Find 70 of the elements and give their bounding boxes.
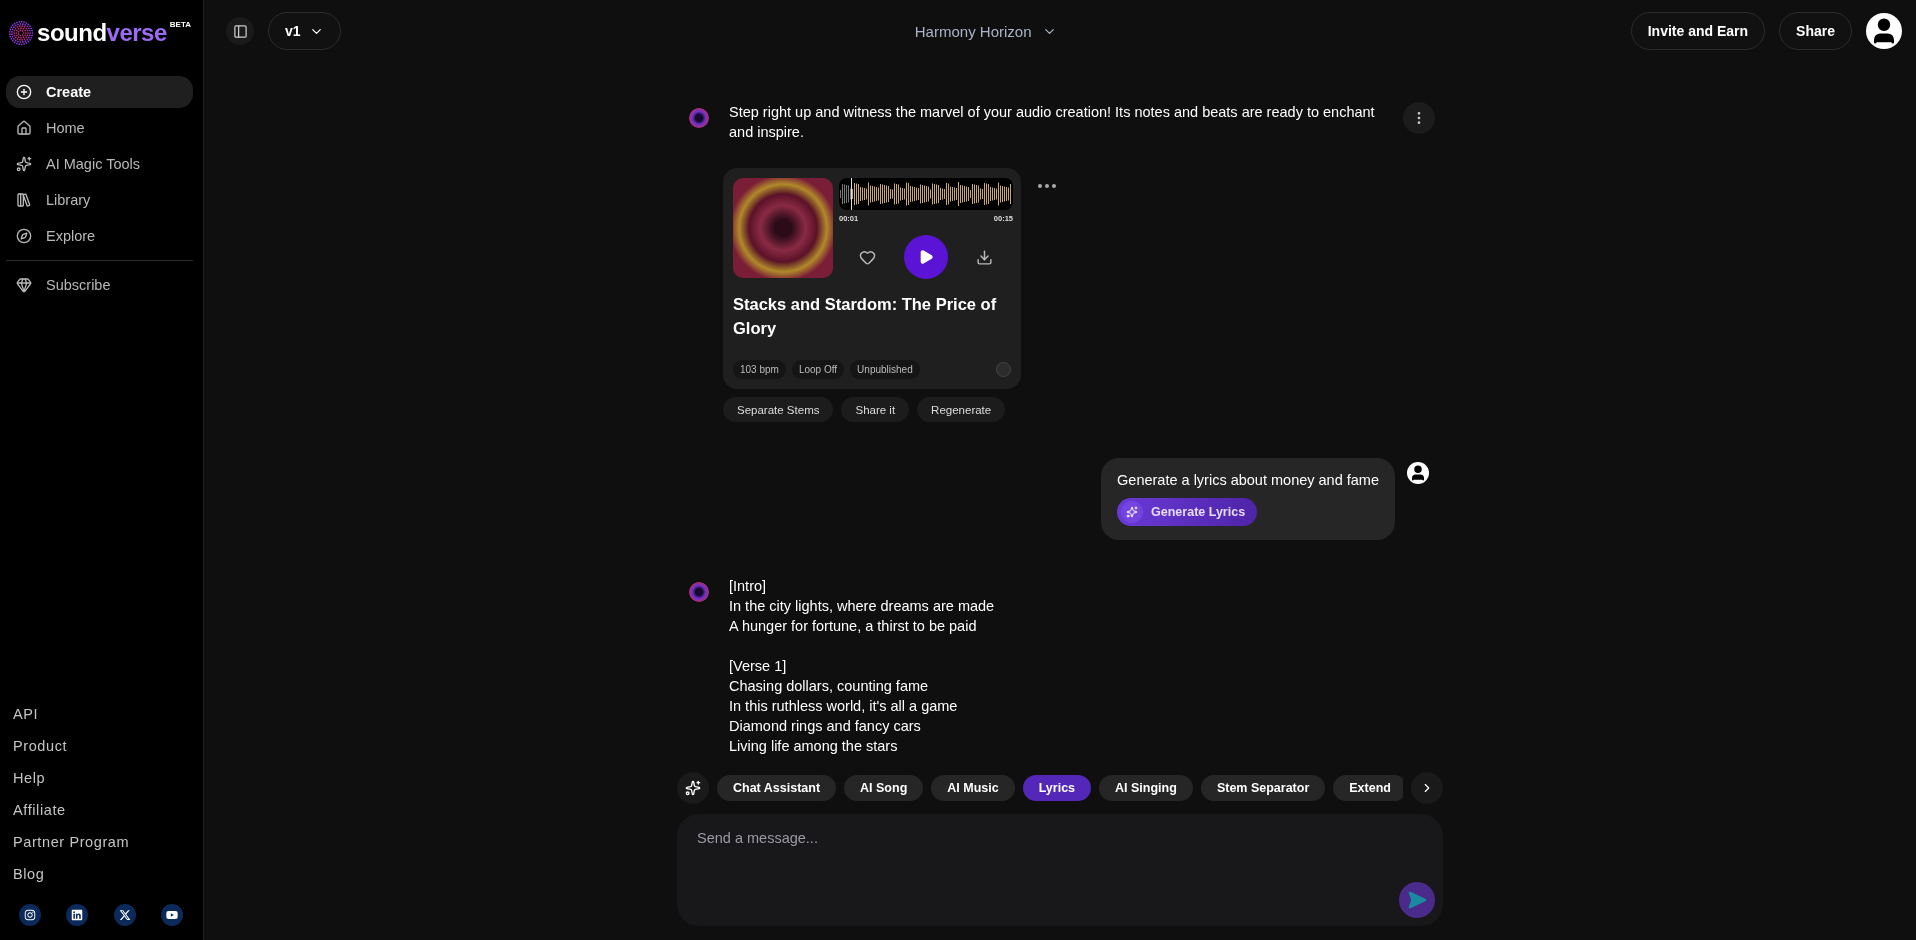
lyrics-line: Living life among the stars [729, 737, 899, 756]
heart-icon[interactable] [859, 248, 876, 266]
tool-chip[interactable]: Chat Assistant [717, 775, 837, 801]
diamond-icon [16, 277, 32, 293]
header-button[interactable]: Invite and Earn [1630, 12, 1766, 50]
generate-lyrics-button[interactable]: Generate Lyrics [1117, 498, 1258, 526]
logo-wordmark: soundverse [37, 19, 167, 47]
action-button[interactable]: Separate Stems [723, 397, 834, 422]
sidebar-toggle-icon[interactable] [226, 17, 254, 45]
x-logo-icon[interactable] [113, 904, 136, 926]
lyrics-line: In the city lights, where dreams are made [729, 597, 996, 616]
subscribe-link[interactable]: Subscribe [6, 269, 193, 301]
linkedin-icon[interactable] [66, 904, 89, 926]
lyrics-line: [Intro] [729, 577, 768, 596]
version-dropdown[interactable]: v1 [268, 12, 341, 50]
track-tag: 103 bpm [733, 360, 786, 379]
header-button[interactable]: Share [1779, 12, 1852, 50]
lyrics-line: A hunger for fortune, a thirst to be paid [729, 617, 978, 636]
tool-chip[interactable]: AI Song [844, 775, 924, 801]
footer-link[interactable]: API [6, 698, 193, 730]
send-button[interactable] [1399, 882, 1435, 918]
lyrics-line: Chasing dollars, counting fame [729, 677, 930, 696]
lyrics-line: In this ruthless world, it's all a game [729, 697, 959, 716]
play-button[interactable] [904, 235, 948, 279]
tool-chip[interactable]: Extend [1333, 775, 1403, 801]
user-message: Generate a lyrics about money and fame [1117, 472, 1379, 488]
compass-icon [16, 228, 32, 244]
track-tag: Unpublished [850, 360, 920, 379]
assistant-avatar [689, 582, 709, 602]
user-avatar [1407, 462, 1429, 484]
sparkle-icon [1121, 501, 1144, 523]
lyrics-line: [Verse 1] [729, 657, 788, 676]
tool-chip[interactable]: Stem Separator [1200, 775, 1326, 801]
play-icon [918, 249, 934, 265]
sparkle-icon[interactable] [677, 772, 709, 804]
logo-icon [8, 18, 35, 48]
sidebar-item[interactable]: Explore [6, 220, 193, 252]
send-icon [1407, 890, 1427, 910]
action-button[interactable]: Share it [841, 397, 910, 422]
track-title: Stacks and Stardom: The Price of Glory [733, 294, 998, 339]
sidebar-item[interactable]: AI Magic Tools [6, 148, 193, 180]
sidebar-item[interactable]: Home [6, 112, 193, 144]
footer-link[interactable]: Product [6, 730, 193, 762]
user-avatar[interactable] [1866, 13, 1902, 49]
sidebar-item[interactable]: Create [6, 76, 193, 108]
footer-link[interactable]: Affiliate [6, 794, 193, 826]
beta-label: BETA [169, 20, 191, 29]
footer-link[interactable]: Blog [6, 858, 193, 890]
tool-chip[interactable]: AI Singing [1099, 775, 1193, 801]
status-dot [996, 362, 1011, 377]
action-button[interactable]: Regenerate [917, 397, 1006, 422]
footer-link[interactable]: Help [6, 762, 193, 794]
assistant-message: Step right up and witness the marvel of your audio creation! Its notes and beats are ready to enchant and inspire. [729, 103, 1376, 142]
sidebar-item[interactable]: Library [6, 184, 193, 216]
track-tag: Loop Off [791, 360, 845, 379]
plus-circle-icon [16, 84, 32, 100]
lyrics-line: Diamond rings and fancy cars [729, 717, 922, 736]
project-title-dropdown[interactable]: Harmony Horizon [908, 21, 1063, 41]
tool-chip[interactable]: Lyrics [1022, 775, 1092, 801]
waveform-drawing[interactable] [839, 178, 1013, 210]
instagram-icon[interactable] [19, 904, 41, 926]
footer-link[interactable]: Partner Program [6, 826, 193, 858]
library-icon [16, 192, 32, 208]
assistant-avatar [689, 108, 709, 128]
message-field[interactable]: Send a message... [677, 814, 1443, 926]
home-icon [16, 120, 32, 136]
tool-chip[interactable]: AI Music [931, 775, 1015, 801]
youtube-icon[interactable] [161, 904, 183, 926]
sparkle-icon [16, 156, 32, 172]
download-icon[interactable] [976, 248, 993, 266]
